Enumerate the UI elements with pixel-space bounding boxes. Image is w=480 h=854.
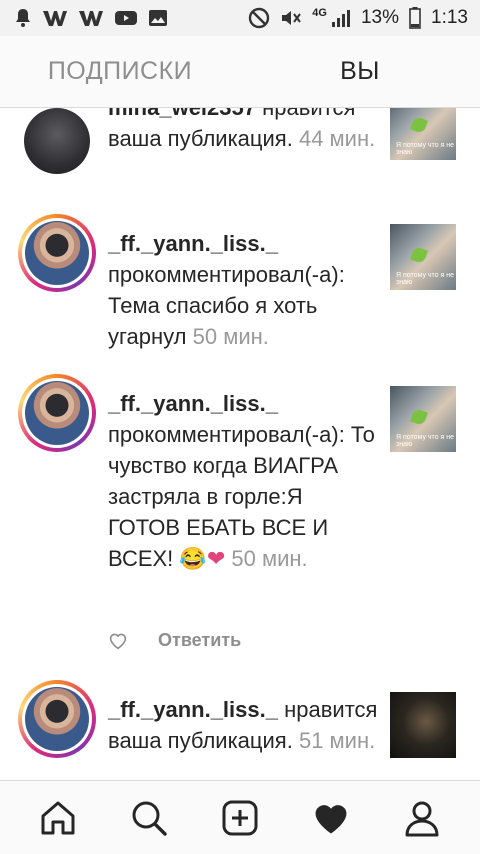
notification-text: _ff._yann._liss._ прокомментировал(-а): … [108, 228, 378, 352]
status-bar-right: 4G 13% 1:13 [248, 7, 468, 29]
add-post-icon[interactable] [210, 788, 270, 848]
post-thumbnail[interactable]: Я потому что я не знаю [390, 224, 456, 290]
username[interactable]: _ff._yann._liss._ [108, 391, 278, 416]
notification-text: _ff._yann._liss._ прокомментировал(-а): … [108, 388, 378, 574]
timestamp: 44 мин. [298, 126, 376, 151]
activity-feed[interactable]: mina_wei2357 нравится ваша публикация. 4… [0, 108, 480, 780]
battery-percent: 13% [360, 7, 400, 28]
username[interactable]: mina_wei2357 [108, 108, 256, 120]
thumbnail-caption: Я потому что я не знаю [396, 272, 454, 286]
do-not-disturb-icon [248, 7, 270, 29]
home-icon[interactable] [28, 788, 88, 848]
comment-actions: Ответить [108, 630, 241, 651]
activity-heart-icon[interactable] [301, 788, 361, 848]
youtube-icon [114, 9, 138, 27]
avatar[interactable] [18, 214, 96, 292]
battery-icon [409, 7, 421, 29]
username[interactable]: _ff._yann._liss._ [108, 697, 278, 722]
gallery-icon [148, 9, 168, 27]
tab-following[interactable]: ПОДПИСКИ [0, 36, 240, 107]
notification-bell-icon [14, 8, 32, 28]
notification-text: _ff._yann._liss._ нравится ваша публикац… [108, 694, 378, 756]
post-thumbnail[interactable]: Я потому что я не знаю [390, 386, 456, 452]
reply-button[interactable]: Ответить [158, 630, 241, 651]
profile-icon[interactable] [392, 788, 452, 848]
like-comment-heart-icon[interactable] [108, 632, 128, 650]
search-icon[interactable] [119, 788, 179, 848]
post-thumbnail[interactable] [390, 692, 456, 758]
post-thumbnail[interactable]: Я потому что я не знаю [390, 108, 456, 160]
tab-you[interactable]: ВЫ [240, 36, 480, 107]
avatar[interactable] [18, 680, 96, 758]
thumbnail-caption: Я потому что я не знаю [396, 142, 454, 156]
leaf-sticker-icon [410, 246, 428, 264]
leaf-sticker-icon [410, 116, 428, 134]
timestamp: 51 мин. [298, 728, 376, 753]
timestamp: 50 мин. [231, 546, 308, 571]
leaf-sticker-icon [410, 408, 428, 426]
clock: 1:13 [431, 7, 468, 28]
username[interactable]: _ff._yann._liss._ [108, 231, 278, 256]
avatar[interactable] [24, 108, 90, 174]
signal-icon [331, 8, 351, 28]
bottom-navigation [0, 780, 480, 854]
activity-tabs: ПОДПИСКИ ВЫ [0, 36, 480, 108]
status-bar-left [14, 8, 168, 28]
thumbnail-caption: Я потому что я не знаю [396, 434, 454, 448]
notification-text: mina_wei2357 нравится ваша публикация. 4… [108, 108, 378, 154]
timestamp: 50 мин. [192, 324, 269, 349]
status-bar: 4G 13% 1:13 [0, 0, 480, 36]
wattpad-icon [42, 8, 68, 28]
network-type: 4G [312, 7, 327, 19]
wattpad-icon [78, 8, 104, 28]
emoji: 😂❤ [179, 546, 226, 571]
avatar[interactable] [18, 374, 96, 452]
mute-icon [280, 8, 302, 28]
